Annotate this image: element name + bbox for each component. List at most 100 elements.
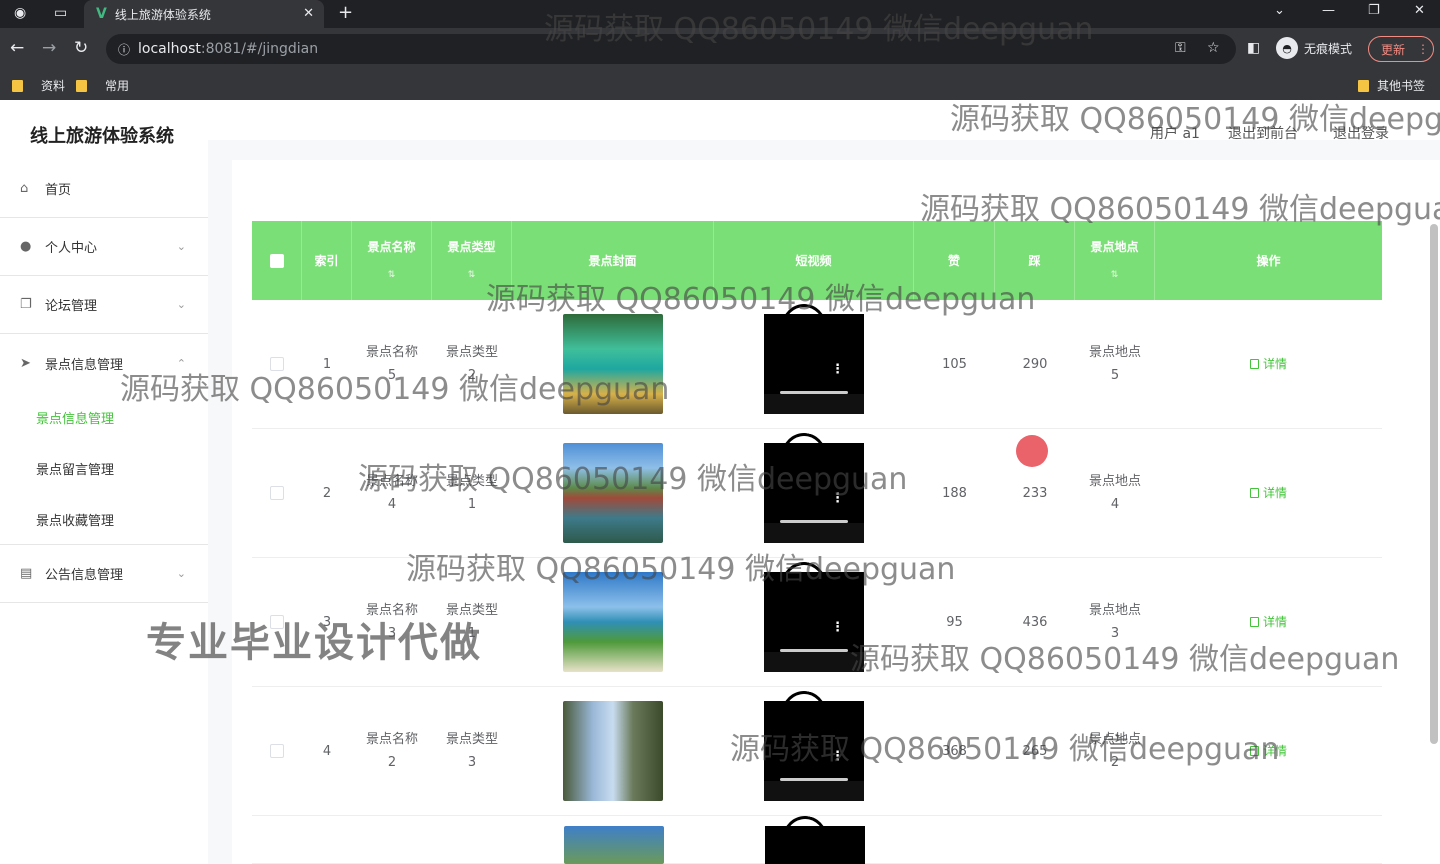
video-player[interactable]: ⋮ bbox=[764, 299, 864, 414]
sort-icon[interactable]: ⇅ bbox=[1111, 261, 1119, 289]
likes-count: 105 bbox=[942, 356, 967, 372]
app-title: 线上旅游体验系统 bbox=[30, 126, 174, 147]
dislikes-count: 290 bbox=[1022, 356, 1048, 372]
video-player[interactable]: ⋮ bbox=[764, 557, 864, 672]
more-icon: ⋮ bbox=[831, 620, 844, 635]
dislikes-count: 265 bbox=[1022, 743, 1048, 759]
briefcase-icon: ▤ bbox=[20, 566, 33, 581]
chevron-down-icon: ⌄ bbox=[176, 240, 186, 253]
back-icon[interactable]: ← bbox=[10, 38, 24, 58]
video-progress-bar bbox=[780, 520, 848, 523]
tab-close-icon[interactable]: ✕ bbox=[303, 6, 314, 21]
cover-image[interactable] bbox=[563, 701, 663, 801]
sidebar-item-announcements[interactable]: ▤ 公告信息管理 ⌄ bbox=[0, 545, 208, 603]
row-checkbox[interactable] bbox=[270, 486, 284, 500]
sidebar-item-label: 论坛管理 bbox=[45, 299, 98, 314]
bookmark-folder-0[interactable]: 资料 bbox=[12, 77, 65, 94]
url-input[interactable]: ⓘ localhost :8081/#/jingdian bbox=[106, 34, 1236, 64]
attraction-type: 景点类型 1 bbox=[445, 474, 498, 512]
column-header[interactable]: 短视频 bbox=[714, 221, 914, 300]
sort-icon[interactable]: ⇅ bbox=[468, 261, 476, 289]
sidebar-subitem-attraction-favorites[interactable]: 景点收藏管理 bbox=[0, 494, 208, 545]
scrollbar[interactable] bbox=[1430, 224, 1438, 744]
sidepanel-icon[interactable]: ◧ bbox=[1247, 40, 1260, 56]
attraction-name: 景点名称 2 bbox=[365, 732, 418, 770]
likes-count: 188 bbox=[942, 485, 967, 501]
sidebar-subitem-attraction-comments[interactable]: 景点留言管理 bbox=[0, 443, 208, 494]
attraction-name: 景点名称 4 bbox=[365, 474, 418, 512]
row-index: 1 bbox=[322, 356, 332, 372]
browser-tab-bar: ◉ ▭ V 线上旅游体验系统 ✕ + ⌄ — ❐ ✕ bbox=[0, 0, 1440, 28]
sidebar-item-label: 景点信息管理 bbox=[45, 357, 124, 373]
forward-icon[interactable]: → bbox=[42, 38, 56, 58]
more-icon: ⋮ bbox=[831, 491, 844, 506]
profile-icon[interactable]: ◉ bbox=[14, 5, 26, 21]
sidebar-item-home[interactable]: ⌂ 首页 bbox=[0, 160, 208, 218]
column-header[interactable]: 赞 bbox=[914, 221, 995, 300]
other-bookmarks-label: 其他书签 bbox=[1377, 79, 1426, 93]
key-icon[interactable]: ⚿ bbox=[1175, 40, 1186, 56]
vue-logo-icon: V bbox=[96, 6, 107, 22]
cover-image[interactable] bbox=[563, 443, 663, 543]
tab-strip-icon[interactable]: ▭ bbox=[54, 5, 67, 21]
bookmark-label: 常用 bbox=[105, 79, 130, 93]
bookmarks-bar: 资料 常用 其他书签 bbox=[0, 70, 1440, 100]
select-all-header[interactable] bbox=[252, 221, 302, 300]
cover-image[interactable] bbox=[564, 826, 664, 864]
promo-watermark: 专业毕业设计代做 bbox=[146, 620, 482, 666]
star-icon[interactable]: ☆ bbox=[1207, 40, 1220, 56]
attraction-name: 景点名称 5 bbox=[365, 345, 418, 383]
restore-icon[interactable]: ❐ bbox=[1368, 3, 1380, 18]
sidebar-item-attractions[interactable]: ➤ 景点信息管理 ⌃ bbox=[0, 334, 208, 392]
user-icon: ● bbox=[20, 239, 32, 254]
detail-button[interactable]: 详情 bbox=[1249, 611, 1287, 634]
incognito-icon: ◓ bbox=[1276, 37, 1298, 59]
info-icon[interactable]: ⓘ bbox=[118, 41, 130, 58]
document-icon bbox=[1249, 359, 1259, 369]
close-window-icon[interactable]: ✕ bbox=[1414, 3, 1425, 18]
video-player[interactable] bbox=[765, 811, 865, 864]
cover-image[interactable] bbox=[563, 572, 663, 672]
column-header[interactable]: 踩 bbox=[995, 221, 1075, 300]
select-all-checkbox[interactable] bbox=[269, 253, 284, 268]
back-to-front-link[interactable]: 退出到前台 bbox=[1228, 123, 1298, 143]
column-header[interactable]: 景点封面 bbox=[512, 221, 714, 300]
video-player[interactable]: ⋮ bbox=[764, 686, 864, 801]
cover-image[interactable] bbox=[563, 314, 663, 414]
chevron-down-icon: ⌄ bbox=[176, 298, 186, 311]
minimize-icon[interactable]: — bbox=[1322, 3, 1335, 18]
video-player[interactable]: ⋮ bbox=[764, 428, 864, 543]
table-row: 4 景点名称 2 景点类型 3 ⋮ 368 265 景点地点 2 详情 bbox=[252, 686, 1382, 816]
other-bookmarks[interactable]: 其他书签 bbox=[1358, 77, 1425, 94]
browser-tab-active[interactable]: V 线上旅游体验系统 ✕ bbox=[84, 0, 324, 28]
column-header[interactable]: 景点类型 ⇅ bbox=[432, 221, 512, 300]
chevron-down-icon[interactable]: ⌄ bbox=[1274, 3, 1285, 18]
more-icon: ⋮ bbox=[1417, 42, 1430, 56]
sidebar-subitem-attraction-info[interactable]: 景点信息管理 bbox=[0, 392, 208, 443]
update-button[interactable]: 更新 ⋮ bbox=[1368, 36, 1434, 62]
logout-link[interactable]: 退出登录 bbox=[1333, 123, 1389, 143]
sidebar-item-label: 首页 bbox=[45, 183, 72, 198]
bookmark-folder-1[interactable]: 常用 bbox=[76, 77, 129, 94]
column-header[interactable]: 景点地点 ⇅ bbox=[1075, 221, 1155, 300]
attraction-location: 景点地点 2 bbox=[1088, 732, 1141, 770]
video-progress-bar bbox=[780, 649, 848, 652]
row-checkbox[interactable] bbox=[270, 357, 284, 371]
column-header[interactable]: 景点名称 ⇅ bbox=[352, 221, 432, 300]
row-checkbox[interactable] bbox=[270, 744, 284, 758]
video-progress-bar bbox=[780, 391, 848, 394]
table-row bbox=[252, 811, 1382, 864]
table-row: 2 景点名称 4 景点类型 1 ⋮ 188 233 景点地点 4 详情 bbox=[252, 428, 1382, 558]
detail-button[interactable]: 详情 bbox=[1249, 353, 1287, 376]
sidebar-item-label: 个人中心 bbox=[45, 241, 98, 256]
sidebar-item-personal[interactable]: ● 个人中心 ⌄ bbox=[0, 218, 208, 276]
sidebar-item-forum[interactable]: ❐ 论坛管理 ⌄ bbox=[0, 276, 208, 334]
detail-button[interactable]: 详情 bbox=[1249, 482, 1287, 505]
reload-icon[interactable]: ↻ bbox=[74, 38, 88, 58]
detail-button[interactable]: 详情 bbox=[1249, 740, 1287, 763]
sort-icon[interactable]: ⇅ bbox=[388, 261, 396, 289]
incognito-indicator[interactable]: ◓ 无痕模式 bbox=[1276, 37, 1352, 59]
column-header: 操作 bbox=[1256, 253, 1281, 268]
new-tab-icon[interactable]: + bbox=[338, 2, 353, 23]
attraction-type: 景点类型 2 bbox=[445, 345, 498, 383]
